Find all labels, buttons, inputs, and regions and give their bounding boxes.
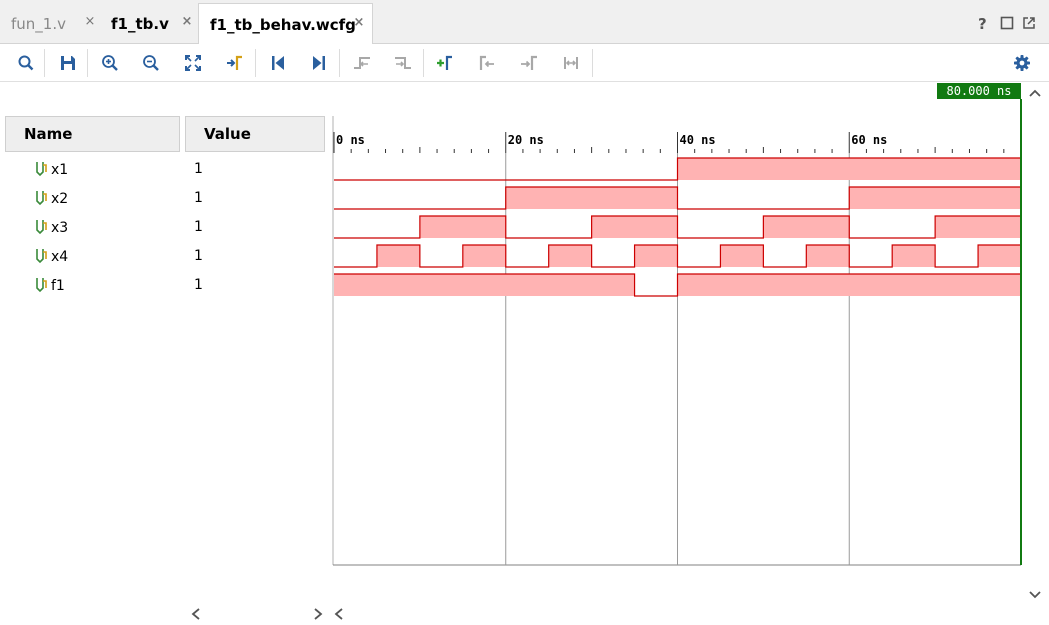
signal-f1-high-segment	[677, 274, 1021, 296]
signal-x4-high-segment	[376, 245, 420, 267]
signal-x2-high-segment	[505, 187, 678, 209]
time-tick-label: 20 ns	[508, 133, 544, 147]
signal-x4-high-segment	[548, 245, 592, 267]
signal-x4-high-segment	[892, 245, 936, 267]
signal-x4-high-segment	[978, 245, 1021, 267]
signal-x3-high-segment	[419, 216, 506, 238]
time-tick-label: 60 ns	[851, 133, 887, 147]
signal-x4-high-segment	[720, 245, 764, 267]
time-tick-label: 40 ns	[680, 133, 716, 147]
signal-x4-high-segment	[462, 245, 506, 267]
signal-x3-high-segment	[591, 216, 678, 238]
signal-x2-high-segment	[849, 187, 1021, 209]
signal-x1-high-segment	[677, 158, 1021, 180]
signal-x4-high-segment	[634, 245, 678, 267]
signal-f1-high-segment	[334, 274, 635, 296]
signal-x3-high-segment	[763, 216, 850, 238]
waveform-canvas[interactable]: 0 ns 20 ns 40 ns 60 ns	[0, 0, 1049, 625]
time-tick-label: 0 ns	[336, 133, 365, 147]
signal-x4-high-segment	[806, 245, 850, 267]
signal-x3-high-segment	[935, 216, 1021, 238]
